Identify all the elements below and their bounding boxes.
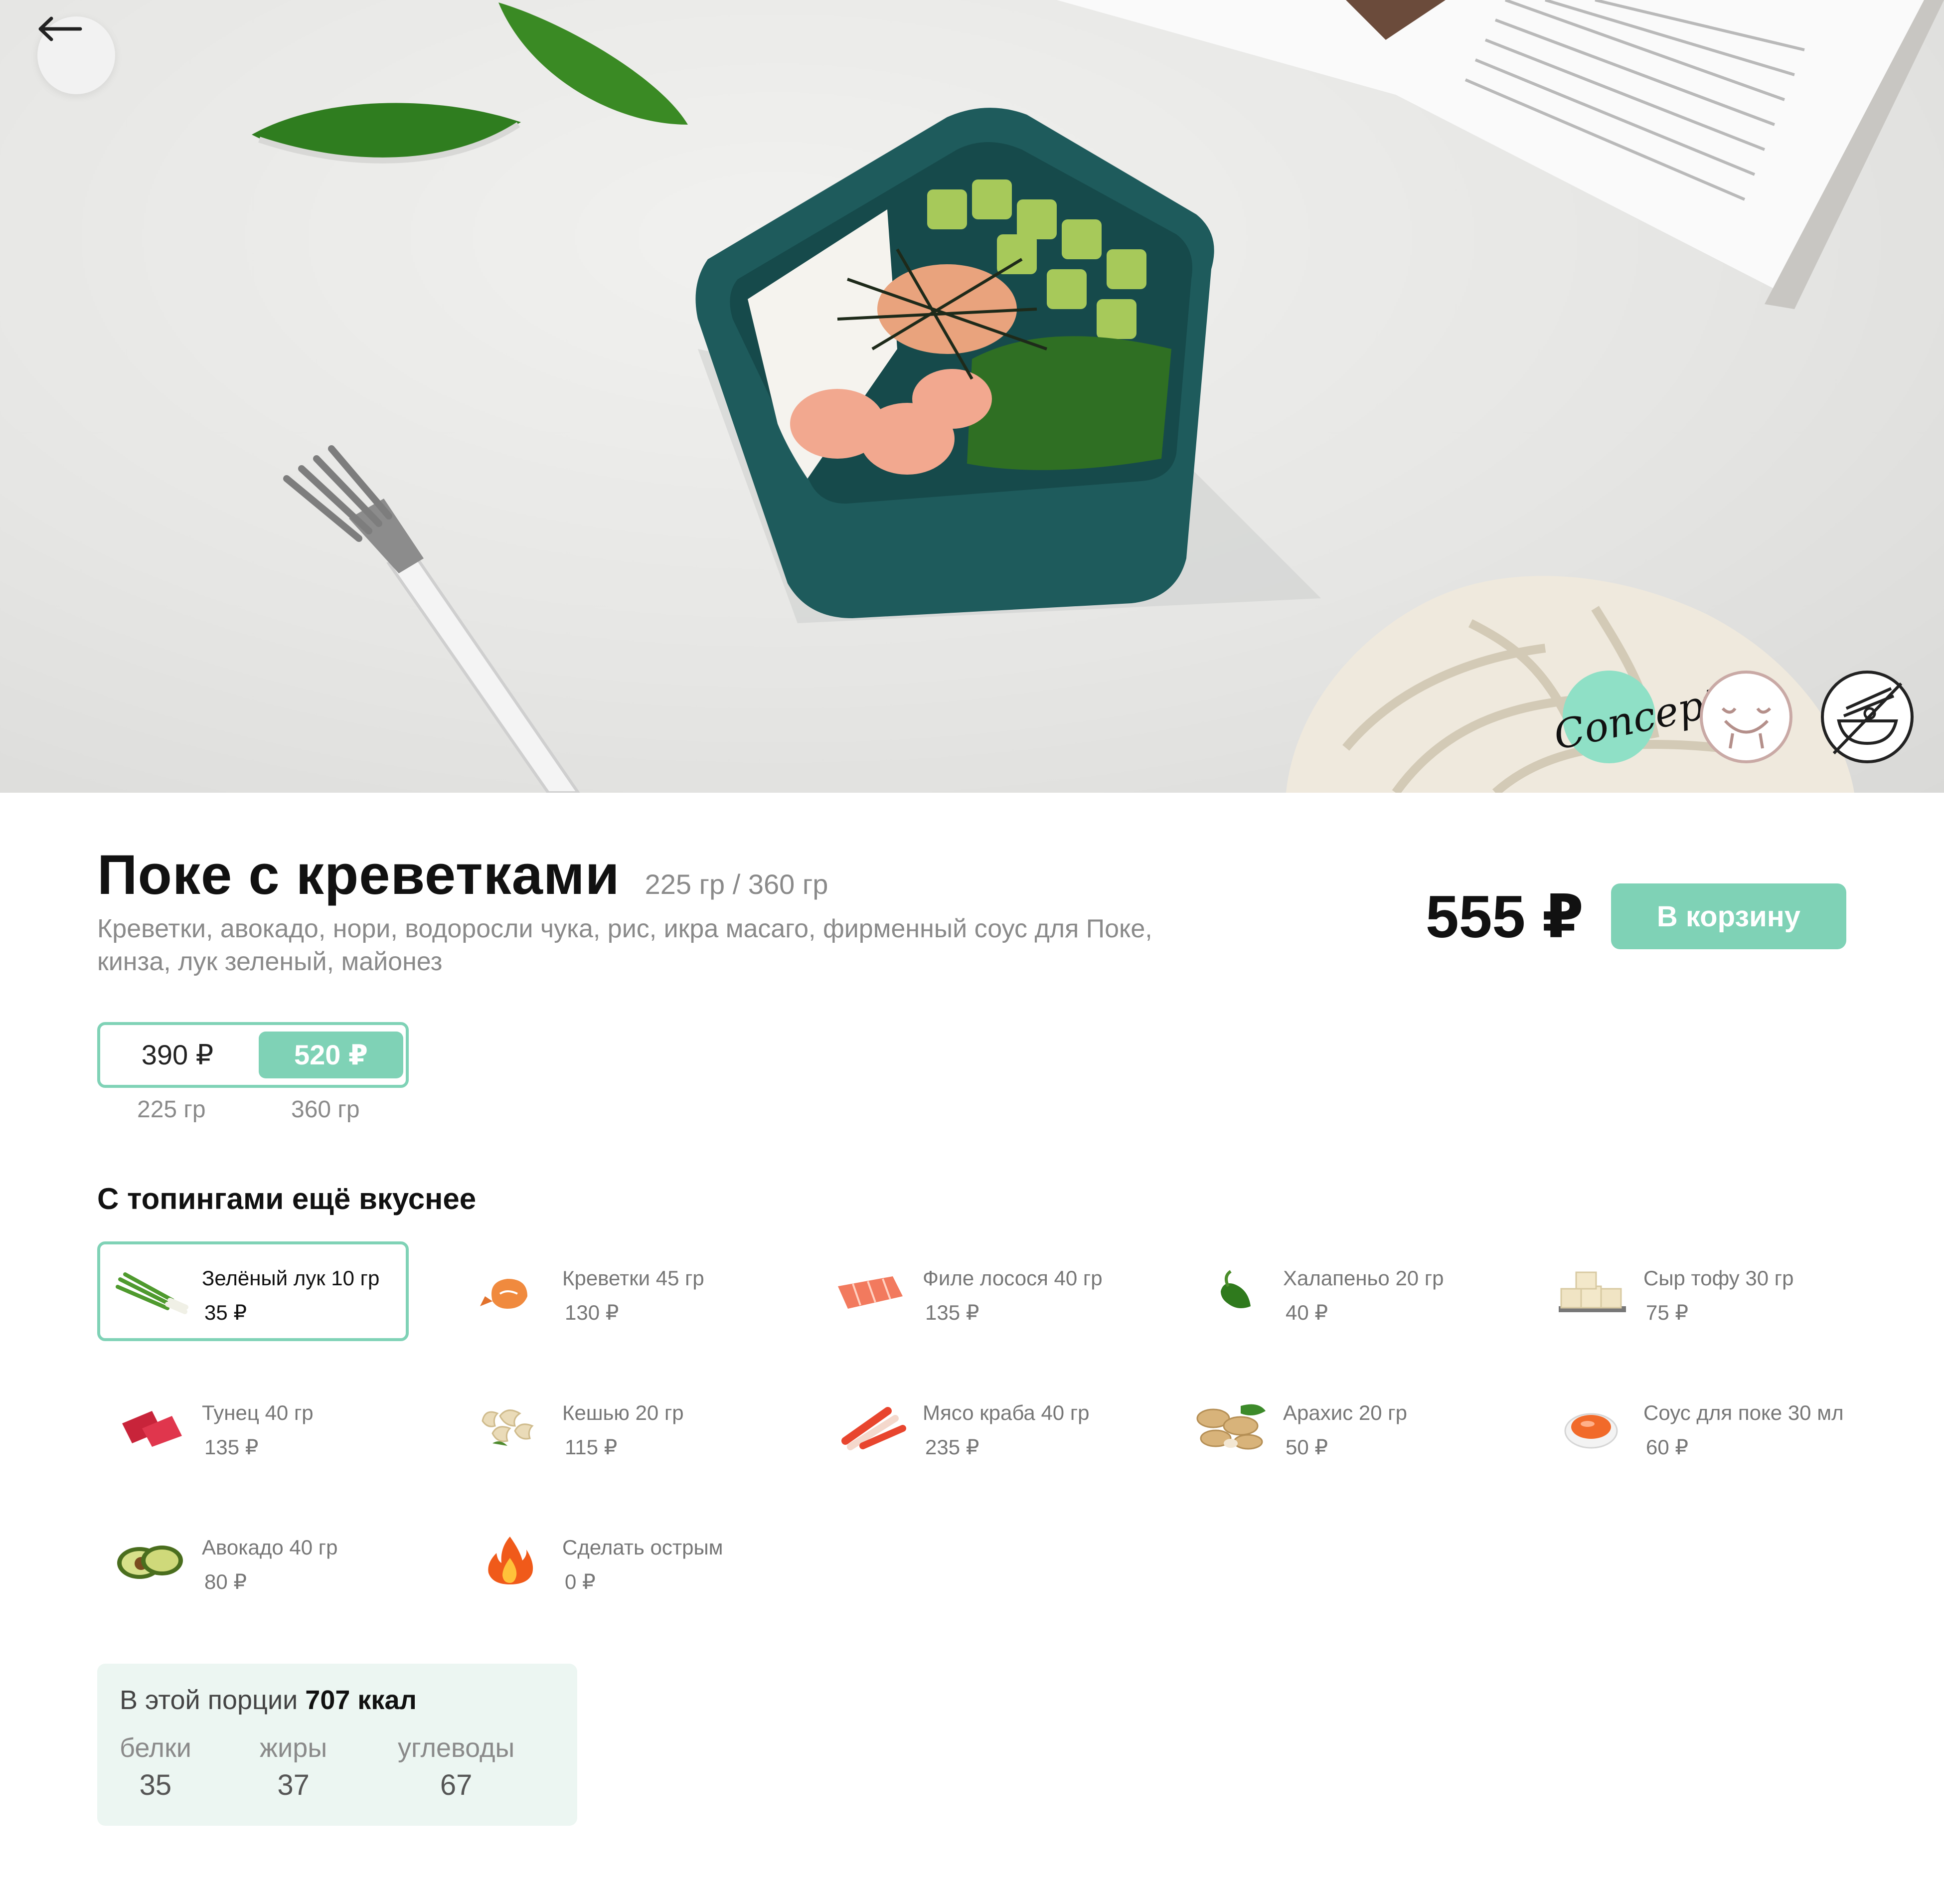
nutrition-panel: В этой порции 707 ккал белки 35 жиры 37 … — [97, 1664, 577, 1826]
topping-name: Кешью 20 гр — [562, 1401, 684, 1424]
nutrition-label: углеводы — [398, 1733, 515, 1763]
topping-price: 235 ₽ — [925, 1435, 979, 1459]
topping-salmon[interactable]: Филе лосося 40 гр 135 ₽ — [818, 1241, 1130, 1341]
tuna-icon — [122, 1411, 182, 1447]
nutrition-value: 35 — [139, 1769, 172, 1801]
topping-name: Креветки 45 гр — [562, 1266, 704, 1290]
product-weights: 225 гр / 360 гр — [645, 868, 828, 900]
hero-image: Concept — [0, 0, 1944, 793]
topping-price: 40 ₽ — [1286, 1301, 1328, 1324]
product-title: Поке с креветками — [97, 844, 620, 906]
jalapeno-icon — [1221, 1270, 1251, 1308]
topping-cashew[interactable]: Кешью 20 гр 115 ₽ — [458, 1376, 769, 1476]
nutrition-heading: В этой порции 707 ккал — [120, 1685, 417, 1716]
nutrition-label: жиры — [260, 1733, 327, 1763]
product-price: 555 ₽ — [1426, 883, 1584, 950]
leaves — [252, 2, 688, 164]
topping-tofu[interactable]: Сыр тофу 30 гр 75 ₽ — [1539, 1241, 1850, 1341]
nutrition-fat: жиры 37 — [260, 1732, 327, 1802]
size-label-small: 225 гр — [137, 1096, 206, 1123]
arrow-left-icon — [38, 16, 82, 41]
topping-price: 130 ₽ — [565, 1301, 619, 1324]
topping-name: Халапеньо 20 гр — [1283, 1266, 1444, 1290]
topping-sauce[interactable]: Соус для поке 30 мл 60 ₽ — [1539, 1376, 1850, 1476]
topping-price: 115 ₽ — [565, 1435, 618, 1459]
nutrition-prefix: В этой порции — [120, 1685, 298, 1715]
cashew-icon — [482, 1409, 534, 1446]
title-row: Поке с креветками 225 гр / 360 гр — [97, 843, 828, 907]
nutrition-kcal: 707 ккал — [305, 1685, 417, 1715]
peanut-icon — [1196, 1404, 1266, 1450]
topping-price: 80 ₽ — [204, 1570, 247, 1593]
topping-tuna[interactable]: Тунец 40 гр 135 ₽ — [97, 1376, 409, 1476]
bowl-icon — [1832, 682, 1903, 755]
topping-name: Мясо краба 40 гр — [923, 1401, 1090, 1424]
add-to-cart-button[interactable]: В корзину — [1611, 883, 1846, 949]
concept-badge: Concept — [1550, 671, 1723, 763]
topping-peanut[interactable]: Арахис 20 гр 50 ₽ — [1178, 1376, 1490, 1476]
crab-meat-icon — [841, 1407, 906, 1450]
back-button[interactable] — [37, 16, 115, 94]
nutrition-value: 67 — [440, 1769, 473, 1801]
nutrition-value: 37 — [277, 1769, 310, 1801]
green-onion-icon — [116, 1272, 188, 1314]
product-description: Креветки, авокадо, нори, водоросли чука,… — [97, 914, 1152, 976]
topping-price: 135 ₽ — [925, 1301, 979, 1324]
topping-name: Арахис 20 гр — [1283, 1401, 1407, 1424]
topping-name: Филе лосося 40 гр — [923, 1266, 1103, 1290]
topping-avocado[interactable]: Авокадо 40 гр 80 ₽ — [97, 1511, 409, 1610]
sauce-icon — [1564, 1413, 1618, 1449]
topping-name: Тунец 40 гр — [202, 1401, 314, 1424]
nutrition-label: белки — [120, 1733, 191, 1763]
tofu-icon — [1559, 1271, 1626, 1312]
topping-green-onion[interactable]: Зелёный лук 10 гр 35 ₽ — [97, 1241, 409, 1341]
avocado-icon — [117, 1546, 183, 1579]
toppings-title: С топингами ещё вкуснее — [97, 1182, 477, 1215]
topping-name: Авокадо 40 гр — [202, 1536, 338, 1559]
face-icon — [1721, 707, 1772, 749]
size-option-small[interactable]: 390 ₽ — [105, 1032, 250, 1078]
topping-price: 60 ₽ — [1646, 1435, 1689, 1459]
nutrition-protein: белки 35 — [120, 1732, 191, 1802]
hero-illustration — [252, 0, 1944, 793]
topping-name: Сыр тофу 30 гр — [1643, 1266, 1794, 1290]
topping-name: Соус для поке 30 мл — [1643, 1401, 1844, 1424]
shrimp-icon — [480, 1279, 527, 1309]
fork — [283, 445, 580, 793]
size-option-large[interactable]: 520 ₽ — [259, 1032, 403, 1078]
topping-shrimp[interactable]: Креветки 45 гр 130 ₽ — [458, 1241, 769, 1341]
topping-price: 50 ₽ — [1286, 1435, 1328, 1459]
topping-price: 75 ₽ — [1646, 1301, 1689, 1324]
topping-price: 35 ₽ — [204, 1301, 247, 1324]
face-badge — [1700, 671, 1792, 763]
topping-jalapeno[interactable]: Халапеньо 20 гр 40 ₽ — [1178, 1241, 1490, 1341]
size-selector: 390 ₽ 520 ₽ — [97, 1022, 409, 1088]
size-label-large: 360 гр — [291, 1096, 360, 1123]
topping-crab-meat[interactable]: Мясо краба 40 гр 235 ₽ — [818, 1376, 1130, 1476]
topping-price: 135 ₽ — [204, 1435, 259, 1459]
topping-price: 0 ₽ — [565, 1570, 596, 1593]
topping-name: Зелёный лук 10 гр — [202, 1266, 380, 1290]
fire-icon — [488, 1537, 533, 1584]
salmon-icon — [838, 1276, 903, 1309]
topping-name: Сделать острым — [562, 1536, 723, 1559]
bowl-badge — [1821, 671, 1914, 763]
topping-make-spicy[interactable]: Сделать острым 0 ₽ — [458, 1511, 769, 1610]
nutrition-carbs: углеводы 67 — [398, 1732, 514, 1802]
